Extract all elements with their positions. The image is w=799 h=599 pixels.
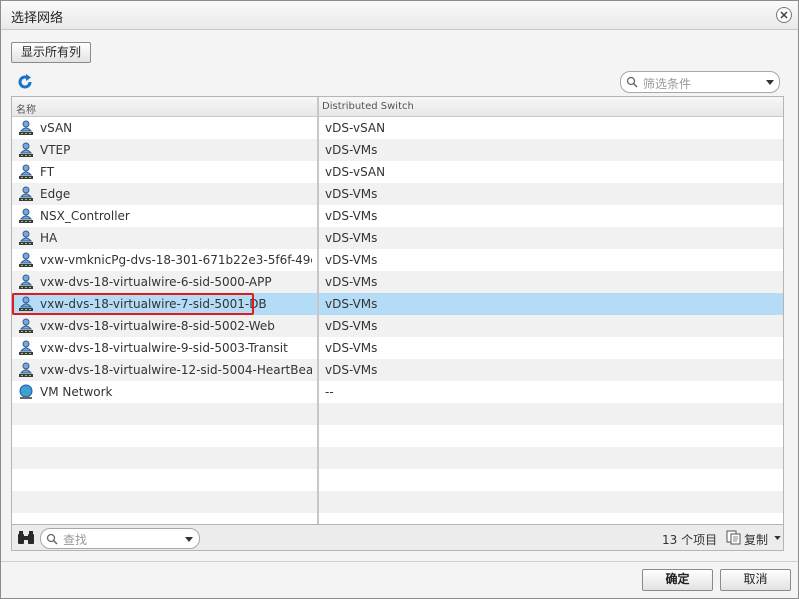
dialog-titlebar: 选择网络	[1, 1, 798, 30]
table-row[interactable]: VTEP vDS-VMs	[12, 139, 783, 161]
switch-name: vDS-VMs	[325, 275, 378, 289]
portgroup-icon	[18, 142, 34, 158]
refresh-icon[interactable]	[16, 73, 34, 91]
switch-name: vDS-VMs	[325, 209, 378, 223]
table-row[interactable]: FT vDS-vSAN	[12, 161, 783, 183]
switch-name: vDS-VMs	[325, 253, 378, 267]
switch-name: vDS-VMs	[325, 297, 378, 311]
ok-button[interactable]: 确定	[642, 569, 713, 591]
item-count: 13 个项目	[662, 533, 718, 547]
column-header-switch[interactable]: Distributed Switch	[322, 101, 414, 112]
portgroup-icon	[18, 274, 34, 290]
table-row[interactable]: vxw-vmknicPg-dvs-18-301-671b22e3-5f6f-49…	[12, 249, 783, 271]
portgroup-icon	[18, 164, 34, 180]
search-placeholder: 查找	[63, 533, 88, 547]
empty-row	[12, 447, 783, 469]
network-name: HA	[40, 231, 58, 245]
table-body: vSAN vDS-vSAN VTEP vDS-VMs FT vDS-vSAN Edge vDS…	[12, 117, 783, 524]
search-icon	[46, 533, 58, 545]
table-row[interactable]: vxw-dvs-18-virtualwire-7-sid-5001-DB vDS-…	[12, 293, 783, 315]
close-icon[interactable]	[776, 7, 792, 23]
network-name: Edge	[40, 187, 71, 201]
switch-name: vDS-vSAN	[325, 121, 386, 135]
network-name: NSX_Controller	[40, 209, 130, 223]
filter-input[interactable]: 筛选条件	[620, 71, 780, 93]
network-name: vxw-vmknicPg-dvs-18-301-671b22e3-5f6f-49…	[40, 253, 312, 267]
dialog-title: 选择网络	[11, 11, 64, 26]
chevron-down-icon[interactable]	[766, 80, 774, 85]
portgroup-icon	[18, 362, 34, 378]
network-name: FT	[40, 165, 55, 179]
binoculars-icon[interactable]	[17, 530, 35, 546]
filter-placeholder: 筛选条件	[643, 77, 692, 91]
switch-name: vDS-VMs	[325, 143, 378, 157]
show-all-columns-button[interactable]: 显示所有列	[11, 42, 91, 63]
table-row[interactable]: vxw-dvs-18-virtualwire-12-sid-5004-Heart…	[12, 359, 783, 381]
search-icon	[626, 76, 638, 88]
switch-name: vDS-VMs	[325, 341, 378, 355]
column-header-name[interactable]: 名称	[16, 101, 36, 116]
table-footer: 查找 13 个项目 复制	[11, 525, 784, 551]
network-name: vxw-dvs-18-virtualwire-6-sid-5000-APP	[40, 275, 272, 289]
portgroup-icon	[18, 186, 34, 202]
cancel-button[interactable]: 取消	[720, 569, 791, 591]
table-row[interactable]: Edge vDS-VMs	[12, 183, 783, 205]
switch-name: --	[325, 385, 334, 399]
network-name: vxw-dvs-18-virtualwire-9-sid-5003-Transi…	[40, 341, 288, 355]
table-row[interactable]: VM Network --	[12, 381, 783, 403]
network-name: vxw-dvs-18-virtualwire-8-sid-5002-Web	[40, 319, 275, 333]
table-row[interactable]: vxw-dvs-18-virtualwire-9-sid-5003-Transi…	[12, 337, 783, 359]
dialog-divider	[1, 561, 798, 562]
table-header: 名称 Distributed Switch	[12, 97, 783, 117]
portgroup-icon	[18, 230, 34, 246]
table-row[interactable]: vSAN vDS-vSAN	[12, 117, 783, 139]
chevron-down-icon[interactable]	[185, 537, 193, 542]
switch-name: vDS-VMs	[325, 231, 378, 245]
network-name: VTEP	[40, 143, 71, 157]
copy-button[interactable]: 复制	[726, 529, 782, 547]
copy-icon	[726, 530, 741, 545]
portgroup-icon	[18, 208, 34, 224]
network-name: vSAN	[40, 121, 73, 135]
chevron-down-icon[interactable]	[774, 536, 781, 540]
switch-name: vDS-vSAN	[325, 165, 386, 179]
search-input[interactable]: 查找	[40, 528, 200, 549]
network-table: 名称 Distributed Switch vSAN vDS-vSAN VTEP vD…	[11, 96, 784, 525]
portgroup-icon	[18, 252, 34, 268]
switch-name: vDS-VMs	[325, 187, 378, 201]
empty-row	[12, 491, 783, 513]
switch-name: vDS-VMs	[325, 319, 378, 333]
empty-row	[12, 469, 783, 491]
empty-row	[12, 513, 783, 524]
switch-name: vDS-VMs	[325, 363, 378, 377]
copy-label: 复制	[744, 533, 769, 547]
network-globe-icon	[18, 384, 34, 400]
table-row[interactable]: vxw-dvs-18-virtualwire-6-sid-5000-APP vDS…	[12, 271, 783, 293]
empty-row	[12, 425, 783, 447]
selection-highlight-box	[12, 293, 254, 315]
table-row[interactable]: NSX_Controller vDS-VMs	[12, 205, 783, 227]
column-divider[interactable]	[317, 97, 319, 524]
network-name: vxw-dvs-18-virtualwire-12-sid-5004-Heart…	[40, 363, 312, 377]
table-row[interactable]: HA vDS-VMs	[12, 227, 783, 249]
portgroup-icon	[18, 120, 34, 136]
portgroup-icon	[18, 318, 34, 334]
empty-row	[12, 403, 783, 425]
portgroup-icon	[18, 340, 34, 356]
select-network-dialog: 选择网络 显示所有列 筛选条件 名称 Distributed Switch vS…	[0, 0, 799, 599]
table-row[interactable]: vxw-dvs-18-virtualwire-8-sid-5002-Web vDS…	[12, 315, 783, 337]
network-name: VM Network	[40, 385, 113, 399]
